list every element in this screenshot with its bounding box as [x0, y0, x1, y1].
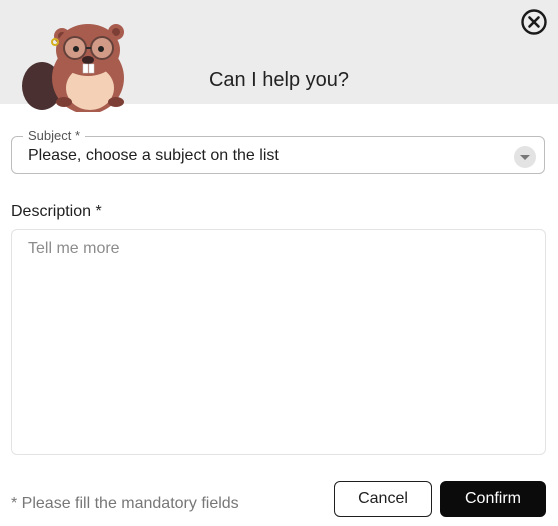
dialog-header: Can I help you?: [0, 0, 558, 112]
description-label: Description *: [11, 203, 102, 220]
subject-label: Subject *: [23, 128, 86, 144]
dialog-title: Can I help you?: [208, 69, 350, 91]
mandatory-note: * Please fill the mandatory fields: [11, 495, 239, 512]
chevron-down-icon[interactable]: [514, 146, 536, 168]
description-textarea[interactable]: [11, 229, 546, 455]
confirm-button[interactable]: Confirm: [440, 481, 546, 517]
subject-select[interactable]: Subject * Please, choose a subject on th…: [11, 128, 545, 174]
beaver-mascot-icon: [22, 24, 124, 112]
close-icon[interactable]: [520, 8, 548, 36]
subject-value: Please, choose a subject on the list: [28, 147, 279, 164]
cancel-button[interactable]: Cancel: [334, 481, 432, 517]
